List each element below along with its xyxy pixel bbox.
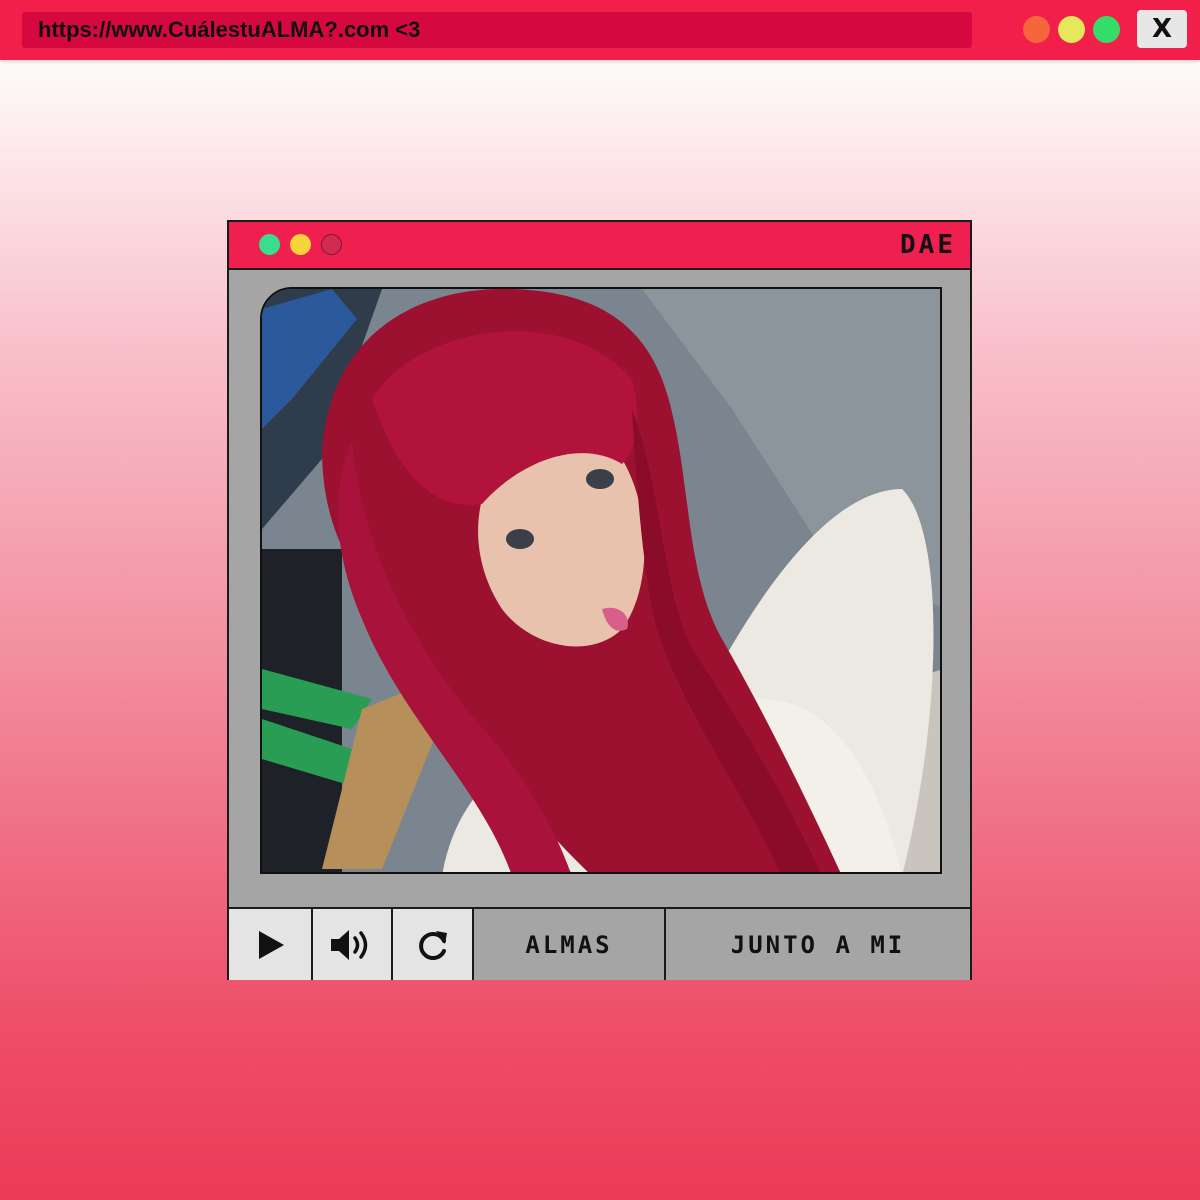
- red-haired-selfie-photo: [260, 287, 942, 874]
- volume-button[interactable]: [313, 909, 393, 980]
- browser-bar: https://www.CuálestuALMA?.com <3 X: [0, 0, 1200, 60]
- tab-almas-label: ALMAS: [525, 930, 613, 959]
- fullscreen-dot-icon[interactable]: [1093, 16, 1120, 43]
- player-title: DAE: [900, 230, 956, 260]
- close-icon: X: [1151, 14, 1173, 44]
- red-dot-icon[interactable]: [321, 234, 342, 255]
- close-button[interactable]: X: [1137, 10, 1187, 48]
- yellow-dot-icon[interactable]: [290, 234, 311, 255]
- replay-icon: [418, 930, 447, 960]
- media-player-window: DAE ALMAS JUNTO A MI: [227, 220, 972, 980]
- volume-icon: [331, 929, 368, 960]
- play-icon: [259, 930, 284, 959]
- green-dot-icon[interactable]: [259, 234, 280, 255]
- tab-almas[interactable]: ALMAS: [474, 909, 666, 980]
- play-button[interactable]: [229, 909, 313, 980]
- tab-junto-a-mi-label: JUNTO A MI: [730, 930, 906, 959]
- url-bar[interactable]: https://www.CuálestuALMA?.com <3: [22, 12, 972, 48]
- url-text: https://www.CuálestuALMA?.com <3: [38, 17, 421, 42]
- photo-illustration: [262, 289, 940, 872]
- player-titlebar: DAE: [229, 222, 970, 270]
- player-controls: ALMAS JUNTO A MI: [229, 907, 970, 980]
- minimize-dot-icon[interactable]: [1023, 16, 1050, 43]
- maximize-dot-icon[interactable]: [1058, 16, 1085, 43]
- replay-button[interactable]: [393, 909, 474, 980]
- tab-junto-a-mi[interactable]: JUNTO A MI: [666, 909, 970, 980]
